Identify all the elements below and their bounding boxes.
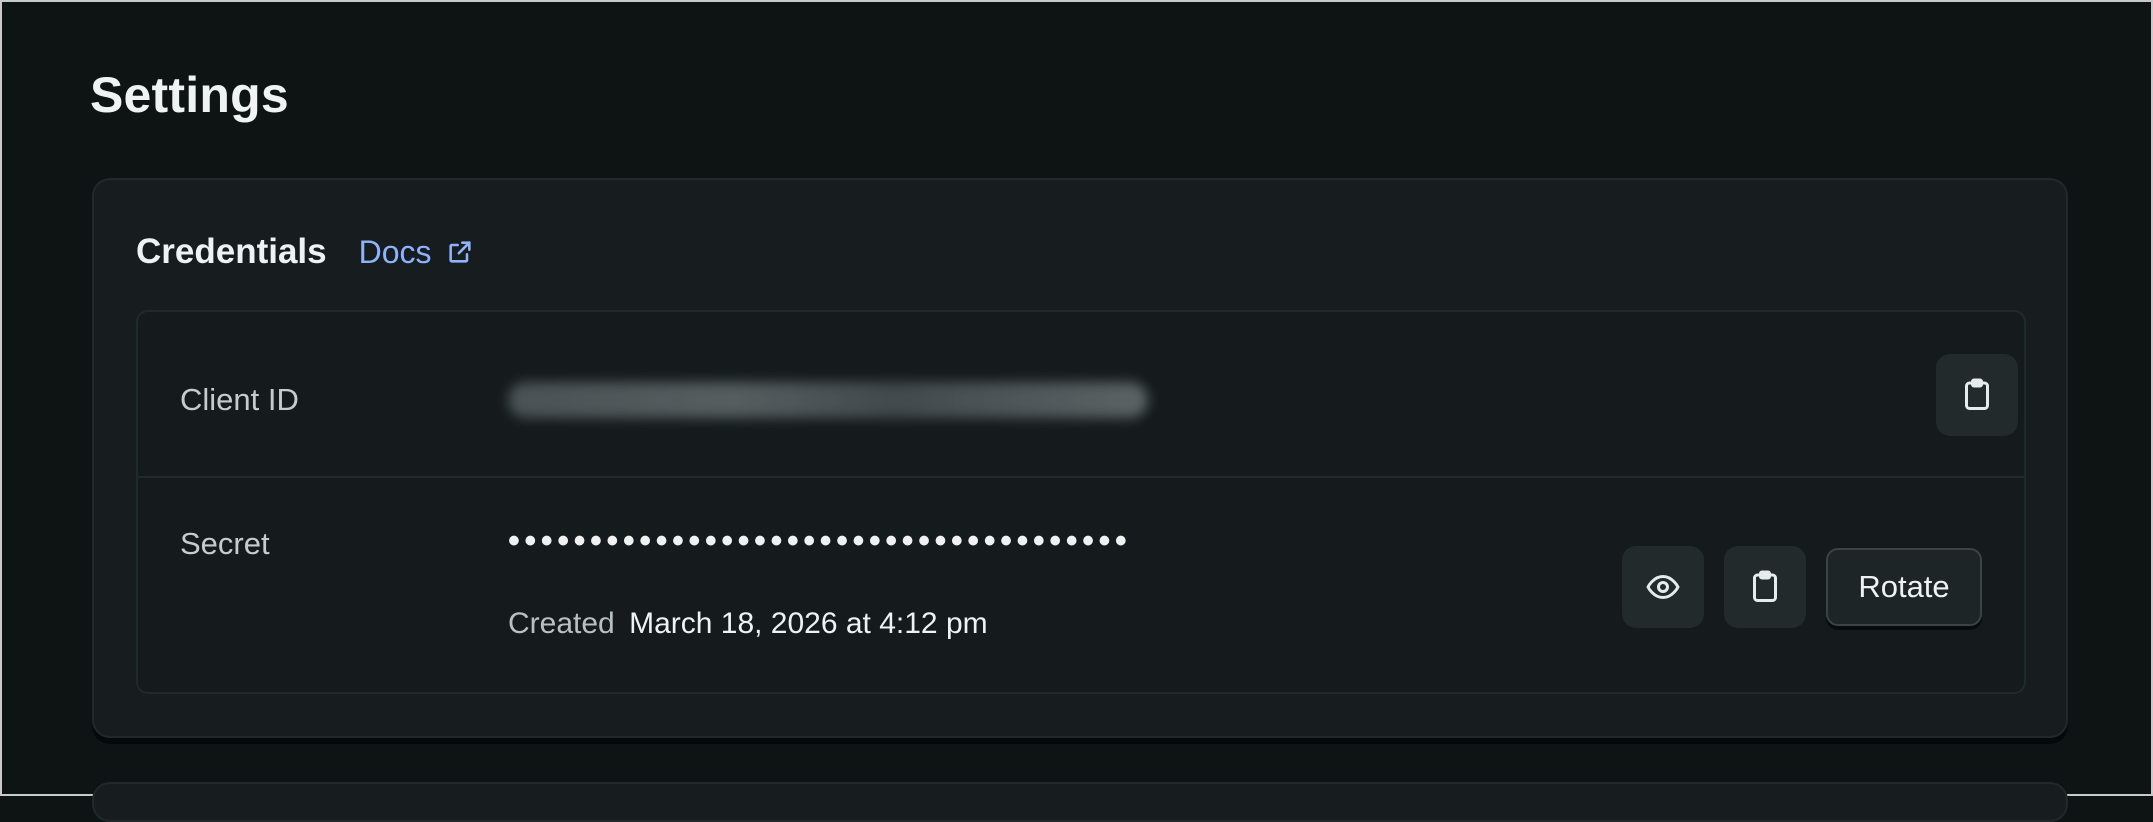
docs-link[interactable]: Docs bbox=[359, 234, 474, 271]
docs-link-label: Docs bbox=[358, 233, 432, 270]
reveal-secret-button[interactable] bbox=[1622, 546, 1704, 628]
credentials-table: Client ID Secret •••••••••••••••••••••••… bbox=[136, 310, 2026, 694]
next-card bbox=[92, 782, 2068, 822]
secret-label: Secret bbox=[180, 526, 270, 561]
credentials-header: Credentials Docs bbox=[136, 232, 474, 272]
client-id-value-redacted bbox=[508, 382, 1148, 418]
clipboard-icon bbox=[1753, 570, 1777, 602]
row-divider bbox=[138, 476, 2024, 478]
rotate-secret-button[interactable]: Rotate bbox=[1826, 548, 1982, 626]
credentials-title: Credentials bbox=[136, 232, 327, 271]
copy-secret-button[interactable] bbox=[1724, 546, 1806, 628]
external-link-icon bbox=[448, 241, 471, 263]
copy-client-id-button[interactable] bbox=[1936, 354, 2018, 436]
secret-masked-value: •••••••••••••••••••••••••••••••••••••• bbox=[508, 522, 1132, 560]
created-label: Created bbox=[508, 607, 615, 640]
page-title: Settings bbox=[90, 67, 289, 123]
clipboard-icon bbox=[1965, 378, 1989, 410]
created-date: March 18, 2026 at 4:12 pm bbox=[629, 607, 988, 640]
credentials-card: Credentials Docs Client ID Secret ••••••… bbox=[92, 178, 2068, 738]
eye-icon bbox=[1646, 575, 1680, 599]
secret-created-info: Created March 18, 2026 at 4:12 pm bbox=[508, 607, 988, 641]
client-id-label: Client ID bbox=[180, 382, 299, 417]
